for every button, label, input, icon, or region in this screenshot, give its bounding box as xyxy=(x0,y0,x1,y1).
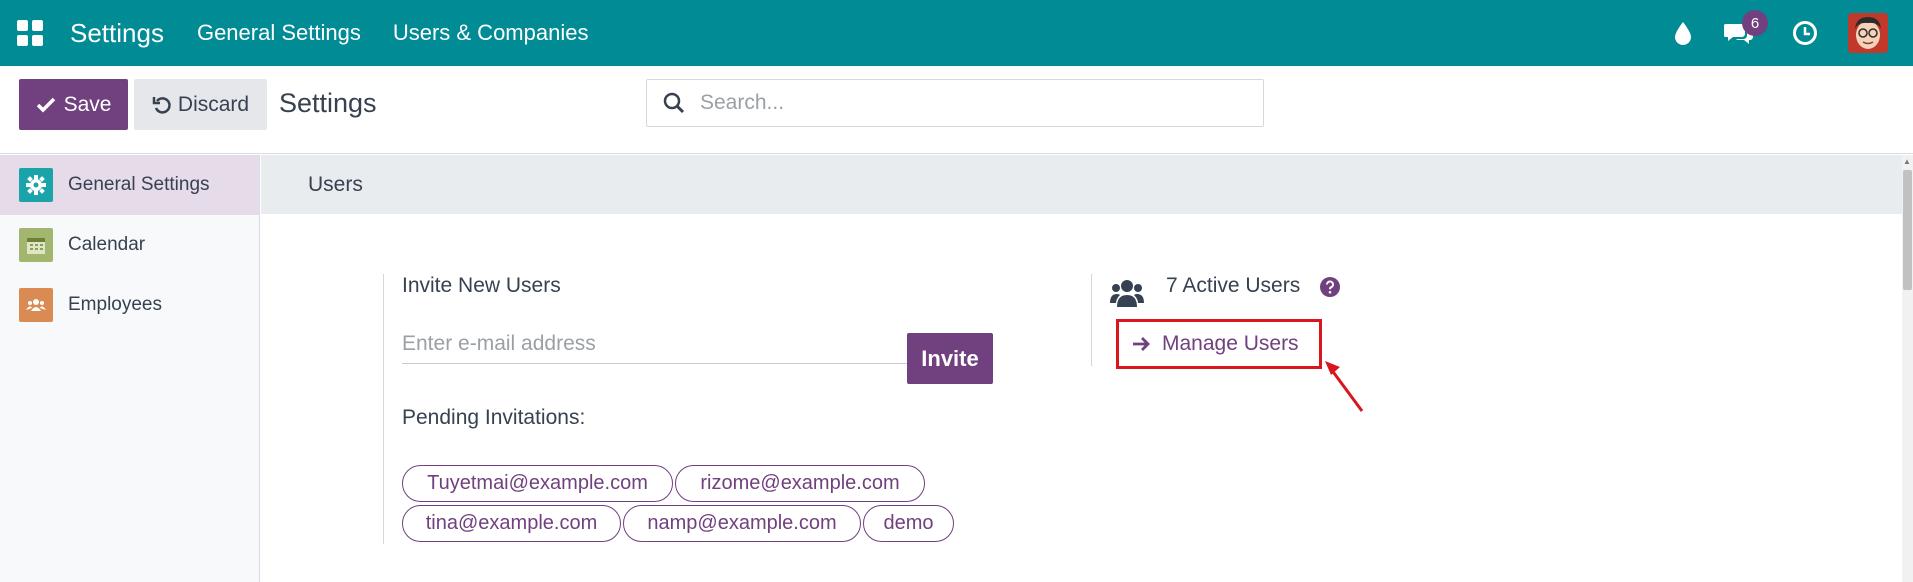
search-icon xyxy=(662,91,686,115)
drop-icon[interactable] xyxy=(1674,21,1692,45)
pending-invitations-title: Pending Invitations: xyxy=(402,406,586,429)
nav-users-companies[interactable]: Users & Companies xyxy=(393,20,589,46)
discard-button[interactable]: Discard xyxy=(134,79,267,130)
gear-icon xyxy=(19,168,53,202)
active-users-block: 7 Active Users Manage Users xyxy=(1091,274,1391,369)
help-icon[interactable] xyxy=(1320,277,1340,302)
control-panel: Save Discard Settings xyxy=(0,66,1913,154)
settings-main: Users Invite New Users Invite Pending In… xyxy=(261,155,1902,582)
section-header: Users xyxy=(261,155,1902,214)
section-title: Users xyxy=(308,173,363,196)
manage-users-label: Manage Users xyxy=(1162,332,1299,355)
pending-invitation-tag[interactable]: namp@example.com xyxy=(623,505,861,542)
pending-invitation-tag[interactable]: rizome@example.com xyxy=(675,465,925,502)
invite-users-block: Invite New Users Invite Pending Invitati… xyxy=(383,274,1003,544)
undo-icon xyxy=(152,96,171,114)
sidebar-item-label: Employees xyxy=(68,294,162,315)
sidebar-item-calendar[interactable]: Calendar xyxy=(0,215,259,275)
sidebar-item-label: Calendar xyxy=(68,234,146,255)
save-button[interactable]: Save xyxy=(19,79,128,130)
messages-badge: 6 xyxy=(1742,10,1768,36)
scroll-thumb[interactable] xyxy=(1903,170,1912,290)
employees-icon xyxy=(19,288,53,322)
sidebar-item-label: General Settings xyxy=(68,174,210,195)
invite-title: Invite New Users xyxy=(402,274,561,297)
scroll-up-icon[interactable]: ▲ xyxy=(1903,157,1911,166)
chat-icon[interactable]: 6 xyxy=(1724,10,1768,46)
page-title: Settings xyxy=(279,88,377,118)
pending-invitation-tag[interactable]: tina@example.com xyxy=(402,505,621,542)
invite-button[interactable]: Invite xyxy=(907,333,993,384)
manage-users-button[interactable]: Manage Users xyxy=(1116,319,1322,369)
search-input[interactable] xyxy=(700,91,1240,115)
pending-invitation-tag[interactable]: Tuyetmai@example.com xyxy=(402,465,673,502)
settings-sidebar: General Settings Calendar Employees xyxy=(0,155,260,582)
annotation-arrow-icon xyxy=(1325,361,1364,412)
arrow-right-icon xyxy=(1133,337,1150,351)
email-field[interactable] xyxy=(402,324,907,364)
clock-icon[interactable] xyxy=(1792,20,1818,46)
nav-general-settings[interactable]: General Settings xyxy=(197,20,361,46)
avatar[interactable] xyxy=(1848,13,1888,53)
save-label: Save xyxy=(63,92,112,116)
search-box[interactable] xyxy=(646,79,1264,127)
sidebar-item-employees[interactable]: Employees xyxy=(0,275,259,335)
active-users-count: 7 Active Users xyxy=(1166,274,1301,297)
sidebar-item-general-settings[interactable]: General Settings xyxy=(0,155,259,215)
scrollbar[interactable]: ▲ xyxy=(1902,155,1913,582)
apps-icon[interactable] xyxy=(17,20,43,46)
app-brand[interactable]: Settings xyxy=(70,18,164,49)
pending-invitation-tag[interactable]: demo xyxy=(863,505,954,542)
discard-label: Discard xyxy=(177,92,250,116)
users-icon xyxy=(1110,278,1144,313)
check-icon xyxy=(36,97,55,112)
top-navbar: Settings General Settings Users & Compan… xyxy=(0,0,1913,66)
calendar-icon xyxy=(19,228,53,262)
